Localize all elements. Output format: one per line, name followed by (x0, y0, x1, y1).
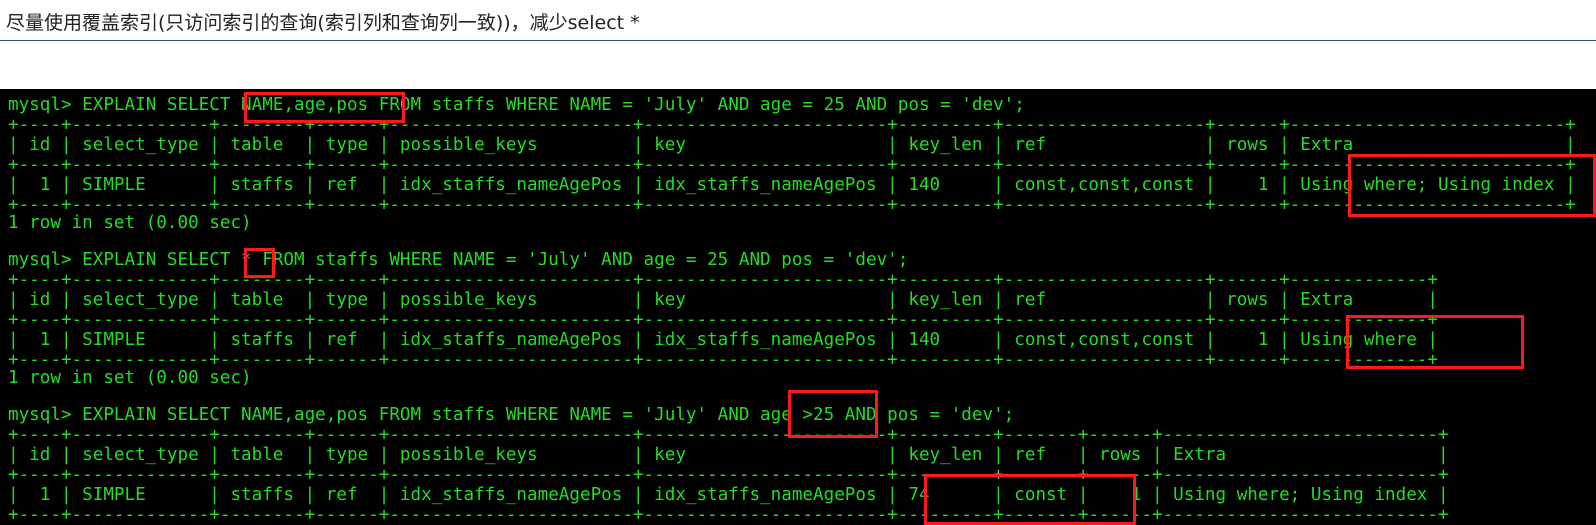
page-caption: 尽量使用覆盖索引(只访问索引的查询(索引列和查询列一致))，减少select * (6, 12, 640, 34)
table-2-row: | 1 | SIMPLE | staffs | ref | idx_staffs… (8, 330, 1438, 350)
table-1-header: | id | select_type | table | type | poss… (8, 135, 1576, 155)
highlight-select-star (244, 248, 275, 278)
table-3-border-top: +----+-------------+--------+------+----… (8, 425, 1449, 445)
table-2-header: | id | select_type | table | type | poss… (8, 290, 1438, 310)
highlight-keylen-ref (924, 474, 1136, 525)
highlight-extra-using-where (1346, 315, 1524, 369)
highlight-range-condition (788, 390, 878, 438)
table-3-border-mid: +----+-------------+--------+------+----… (8, 465, 1449, 485)
query-1-command: mysql> EXPLAIN SELECT NAME,age,pos FROM … (8, 95, 1025, 115)
query-2-command: mysql> EXPLAIN SELECT * FROM staffs WHER… (8, 250, 909, 270)
highlight-select-columns (244, 92, 405, 123)
highlight-extra-using-index (1348, 154, 1596, 217)
query-1-result-count: 1 row in set (0.00 sec) (8, 213, 252, 233)
table-3-border-bottom: +----+-------------+--------+------+----… (8, 505, 1449, 525)
table-2-border-bottom: +----+-------------+--------+------+----… (8, 350, 1438, 370)
table-2-border-mid: +----+-------------+--------+------+----… (8, 310, 1438, 330)
table-1-row: | 1 | SIMPLE | staffs | ref | idx_staffs… (8, 175, 1576, 195)
table-1-border-mid: +----+-------------+--------+------+----… (8, 155, 1576, 175)
table-3-header: | id | select_type | table | type | poss… (8, 445, 1449, 465)
table-1-border-bottom: +----+-------------+--------+------+----… (8, 195, 1576, 215)
query-2-result-count: 1 row in set (0.00 sec) (8, 368, 252, 388)
header-divider (0, 40, 1596, 41)
table-2-border-top: +----+-------------+--------+------+----… (8, 270, 1438, 290)
table-3-row: | 1 | SIMPLE | staffs | ref | idx_staffs… (8, 485, 1449, 505)
